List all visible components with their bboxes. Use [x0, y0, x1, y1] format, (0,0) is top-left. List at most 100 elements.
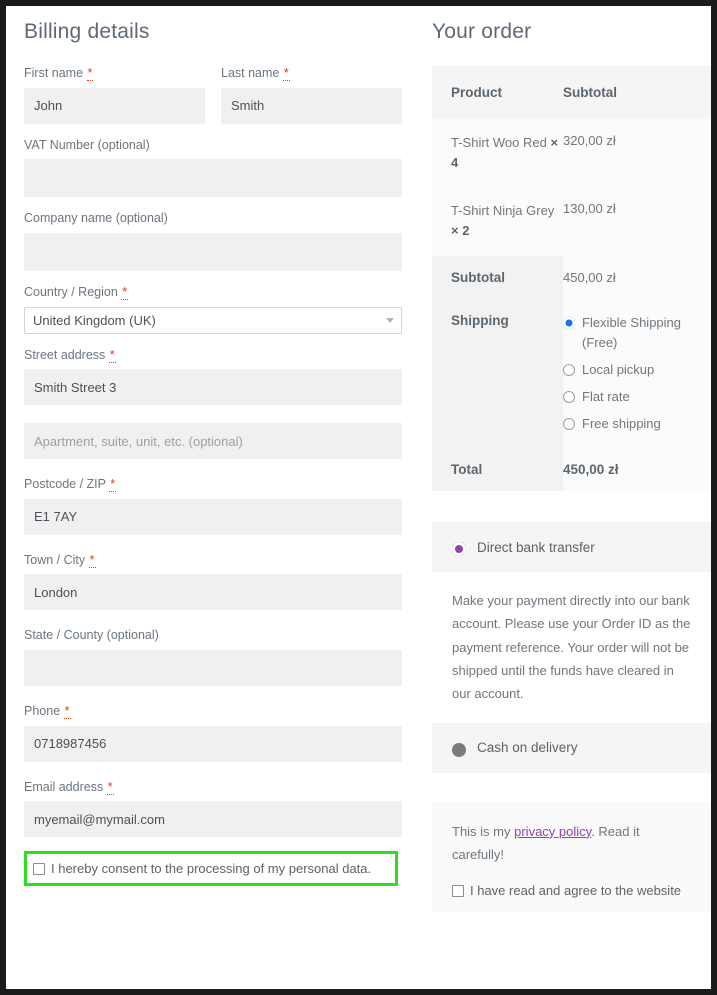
required-asterisk: *: [86, 66, 94, 81]
consent-checkbox-label: I hereby consent to the processing of my…: [51, 861, 372, 877]
order-item-subtotal: 130,00 zł: [563, 201, 616, 217]
address-line-2-field: [24, 423, 402, 460]
billing-details-section: Billing details First name * Last name *…: [6, 6, 420, 989]
last-name-label: Last name *: [221, 66, 402, 82]
postcode-zip-label: Postcode / ZIP *: [24, 477, 402, 493]
radio-unselected-icon[interactable]: [563, 418, 575, 431]
email-address-field: Email address *: [24, 779, 402, 838]
payment-method-cash-on-delivery[interactable]: Cash on delivery: [432, 722, 711, 773]
order-item-subtotal: 320,00 zł: [563, 133, 616, 148]
order-shipping-row: Shipping Flexible Shipping (Free) Local …: [432, 298, 711, 449]
shipping-option-label: Local pickup: [582, 361, 655, 377]
radio-unselected-icon[interactable]: [452, 742, 466, 757]
order-item-name-qty: T-Shirt Ninja Grey × 2: [432, 187, 563, 255]
order-summary-table: Product Subtotal T-Shirt Woo Red × 4 320…: [432, 66, 711, 492]
required-asterisk: *: [108, 347, 116, 363]
required-asterisk: *: [106, 779, 114, 795]
payment-method-direct-bank-transfer[interactable]: Direct bank transfer: [432, 522, 711, 573]
town-city-input[interactable]: [24, 574, 402, 611]
state-county-label: State / County (optional): [24, 628, 159, 643]
country-region-label: Country / Region *: [24, 284, 402, 301]
radio-selected-icon[interactable]: [563, 316, 575, 329]
state-county-field: State / County (optional): [24, 628, 402, 686]
privacy-text-before: This is my: [452, 823, 515, 839]
consent-checkbox-highlight[interactable]: I hereby consent to the processing of my…: [24, 851, 398, 887]
shipping-option-flexible[interactable]: Flexible Shipping (Free): [563, 313, 701, 353]
company-name-label: Company name (optional): [24, 211, 168, 226]
order-table-header-row: Product Subtotal: [432, 66, 711, 119]
order-item-name-qty: T-Shirt Woo Red × 4: [432, 119, 563, 187]
privacy-policy-section: This is my privacy policy. Read it caref…: [432, 801, 711, 913]
terms-checkbox[interactable]: [452, 884, 464, 897]
shipping-option-label: Flexible Shipping (Free): [582, 314, 682, 350]
order-line-item: T-Shirt Ninja Grey × 2 130,00 zł: [432, 187, 711, 256]
phone-label-text: Phone: [24, 704, 61, 718]
consent-checkbox[interactable]: [33, 862, 45, 875]
payment-method-description: Make your payment directly into our bank…: [432, 572, 711, 723]
order-subtotal-label: Subtotal: [432, 255, 563, 299]
radio-unselected-icon[interactable]: [563, 363, 575, 376]
company-name-input[interactable]: [24, 232, 402, 271]
email-address-input[interactable]: [24, 801, 402, 838]
state-county-input[interactable]: [24, 650, 402, 686]
billing-details-heading: Billing details: [24, 20, 150, 43]
phone-input[interactable]: [24, 725, 402, 762]
radio-unselected-icon[interactable]: [563, 390, 575, 403]
order-total-row: Total 450,00 zł: [432, 448, 711, 492]
order-item-name: T-Shirt Woo Red: [451, 135, 547, 150]
terms-agreement-row[interactable]: I have read and agree to the website: [452, 883, 693, 912]
vat-number-label: VAT Number (optional): [24, 137, 150, 152]
order-shipping-label: Shipping: [432, 298, 563, 449]
postcode-zip-input[interactable]: [24, 498, 402, 535]
address-line-2-input[interactable]: [24, 423, 402, 460]
order-header-subtotal: Subtotal: [563, 85, 617, 100]
required-asterisk: *: [63, 704, 71, 719]
payment-method-label: Cash on delivery: [477, 740, 578, 756]
order-header-product: Product: [451, 85, 503, 100]
checkout-page: Billing details First name * Last name *…: [6, 6, 711, 989]
last-name-label-text: Last name: [221, 66, 280, 80]
phone-label: Phone *: [24, 704, 402, 720]
vat-number-field: VAT Number (optional): [24, 138, 402, 198]
postcode-zip-field: Postcode / ZIP *: [24, 477, 402, 535]
payment-methods-section: Direct bank transfer Make your payment d…: [432, 522, 711, 773]
order-total-label: Total: [432, 448, 563, 492]
street-address-label-text: Street address: [24, 347, 106, 362]
privacy-policy-link[interactable]: privacy policy: [514, 824, 591, 839]
email-address-label: Email address *: [24, 779, 402, 796]
street-address-input[interactable]: [24, 369, 402, 406]
name-field-row: First name * Last name *: [24, 66, 402, 138]
required-asterisk: *: [88, 552, 96, 568]
phone-field: Phone *: [24, 704, 402, 762]
required-asterisk: *: [282, 66, 290, 81]
postcode-zip-label-text: Postcode / ZIP: [24, 477, 106, 492]
email-address-label-text: Email address: [24, 779, 104, 794]
your-order-heading: Your order: [432, 20, 532, 43]
order-subtotal-value: 450,00 zł: [563, 255, 711, 299]
radio-selected-icon[interactable]: [452, 542, 466, 557]
order-item-qty: × 2: [451, 223, 470, 239]
shipping-option-flat-rate[interactable]: Flat rate: [563, 387, 701, 407]
terms-checkbox-label: I have read and agree to the website: [470, 883, 682, 899]
payment-method-label: Direct bank transfer: [477, 539, 595, 555]
last-name-field: Last name *: [221, 66, 402, 124]
required-asterisk: *: [109, 477, 117, 493]
town-city-label-text: Town / City: [24, 552, 86, 567]
first-name-input[interactable]: [24, 87, 205, 124]
privacy-policy-text: This is my privacy policy. Read it caref…: [452, 820, 693, 866]
order-line-item: T-Shirt Woo Red × 4 320,00 zł: [432, 119, 711, 188]
shipping-options-list: Flexible Shipping (Free) Local pickup Fl…: [563, 298, 711, 449]
shipping-option-label: Flat rate: [582, 388, 630, 404]
last-name-input[interactable]: [221, 87, 402, 124]
vat-number-input[interactable]: [24, 159, 402, 198]
first-name-label-text: First name: [24, 66, 84, 80]
country-region-selected-value[interactable]: United Kingdom (UK): [24, 306, 402, 334]
chevron-down-icon: [386, 317, 394, 323]
country-region-select[interactable]: United Kingdom (UK): [24, 306, 402, 334]
shipping-option-local-pickup[interactable]: Local pickup: [563, 360, 701, 380]
viewport-frame: Billing details First name * Last name *…: [0, 0, 717, 995]
country-region-label-text: Country / Region: [24, 284, 118, 299]
shipping-option-free-shipping[interactable]: Free shipping: [563, 414, 701, 434]
required-asterisk: *: [121, 284, 129, 300]
order-total-value: 450,00 zł: [563, 448, 711, 492]
